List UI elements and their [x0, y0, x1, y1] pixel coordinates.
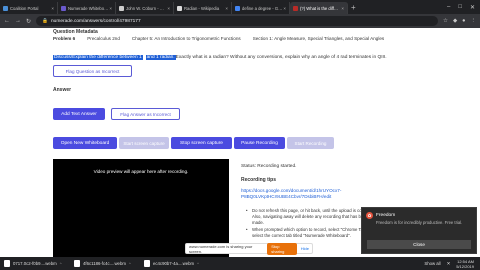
profile-icon[interactable]: ● — [462, 18, 465, 24]
book-label: Precalculus 2nd — [87, 36, 120, 41]
close-tab-icon[interactable]: × — [225, 6, 228, 11]
freedom-app-icon: ✿ — [366, 212, 373, 219]
toolbar-actions: ☆ ◆ ● ⋮ — [443, 18, 476, 24]
close-tab-icon[interactable]: × — [341, 6, 344, 11]
start-screen-capture-button[interactable]: Start screen capture — [119, 137, 169, 149]
browser-tab-active[interactable]: (?) What is the difference betw × — [290, 2, 348, 14]
tips-link[interactable]: https://docs.google.com/document/d/1hrUY… — [241, 188, 341, 193]
lock-icon: 🔒 — [42, 18, 49, 24]
selected-text: and 1 radian. — [145, 55, 176, 60]
file-icon — [144, 260, 150, 267]
tab-title: John W. Coburn - Precalculus — [126, 5, 167, 11]
system-clock: 12:54 AM 5/12/2019 — [456, 259, 474, 269]
tab-strip: Coalition Portal × Numerade Whiteboard ×… — [0, 0, 480, 14]
recording-status: Status: Recording started. — [241, 164, 297, 169]
hide-banner-link[interactable]: Hide — [301, 246, 309, 251]
tab-title: (?) What is the difference betw — [300, 5, 340, 11]
back-icon[interactable]: ← — [4, 18, 10, 24]
chevron-up-icon[interactable]: ^ — [60, 261, 62, 266]
question-metadata-row: Problem 6 Precalculus 2nd Chapter 5: An … — [53, 36, 384, 41]
close-tab-icon[interactable]: × — [283, 6, 286, 11]
browser-window: Coalition Portal × Numerade Whiteboard ×… — [0, 0, 480, 270]
close-download-bar-icon[interactable]: ✕ — [447, 261, 451, 267]
flag-question-button[interactable]: Flag Question as Incorrect — [53, 65, 132, 77]
forward-icon[interactable]: → — [15, 18, 21, 24]
stop-screen-capture-button[interactable]: Stop screen capture — [171, 137, 232, 149]
tips-link[interactable]: P8BQ0LVKptHCr9UBE4Cbvr/7DsbiBFH/edit — [241, 194, 331, 199]
star-icon[interactable]: ☆ — [443, 18, 448, 24]
tab-title: Numerade Whiteboard — [68, 5, 109, 11]
minimize-icon[interactable]: – — [447, 4, 450, 11]
window-controls: – □ ✕ — [447, 4, 480, 11]
favicon-icon — [61, 5, 66, 11]
tab-title: define a degree - Google Search — [242, 5, 283, 11]
question-metadata-heading: Question Metadata — [53, 29, 98, 35]
download-item[interactable]: 4f6c1186-fc4c....webm ^ — [74, 260, 138, 267]
show-all-downloads[interactable]: Show all — [424, 261, 440, 266]
download-filename: ec4c90b7-4a....webm — [153, 261, 195, 266]
menu-icon[interactable]: ⋮ — [471, 18, 477, 24]
browser-tab[interactable]: define a degree - Google Search × — [232, 2, 290, 14]
favicon-icon — [3, 5, 8, 11]
browser-tab[interactable]: Coalition Portal × — [0, 2, 58, 14]
recording-tips-heading: Recording tips — [241, 177, 277, 183]
notification-toast: ✿ Freedom Freedom is for incredibly prod… — [361, 207, 477, 254]
download-bar: 0717.0c2-f0b9....webm ^ 4f6c1186-fc4c...… — [0, 257, 480, 270]
tab-title: Coalition Portal — [10, 5, 39, 11]
reload-icon[interactable]: ↻ — [26, 18, 31, 25]
flag-answer-button[interactable]: Flag Answer as Incorrect — [111, 108, 180, 120]
file-icon — [4, 260, 10, 267]
question-text: Discuss/Explain the difference between 1… — [53, 55, 387, 60]
file-icon — [74, 260, 80, 267]
download-item[interactable]: 0717.0c2-f0b9....webm ^ — [4, 260, 68, 267]
close-tab-icon[interactable]: × — [51, 6, 54, 11]
problem-label: Problem 6 — [53, 36, 76, 41]
open-whiteboard-button[interactable]: Open New Whiteboard — [53, 137, 117, 149]
clock-date: 5/12/2019 — [456, 263, 474, 269]
list-item: Do not refresh this page, or hit back, u… — [246, 208, 378, 227]
list-item: When prompted which option to record, se… — [246, 227, 378, 239]
chevron-up-icon[interactable]: ^ — [129, 261, 131, 266]
add-text-answer-button[interactable]: Add Text Answer — [53, 108, 105, 120]
maximize-icon[interactable]: □ — [458, 4, 462, 11]
notification-header: ✿ Freedom — [362, 208, 476, 219]
question-rest: Exactly what is a radian? Without any co… — [175, 55, 387, 60]
clock-time: 12:54 AM — [457, 258, 474, 264]
close-window-icon[interactable]: ✕ — [470, 4, 475, 11]
chevron-up-icon[interactable]: ^ — [197, 261, 199, 266]
browser-tab[interactable]: Radian - Wikipedia × — [174, 2, 232, 14]
download-filename: 4f6c1186-fc4c....webm — [83, 261, 126, 266]
close-tab-icon[interactable]: × — [109, 6, 112, 11]
pause-recording-button[interactable]: Pause Recording — [234, 137, 285, 149]
selected-text: Discuss/Explain the difference between 1 — [53, 55, 143, 60]
extension-icon[interactable]: ◆ — [453, 18, 457, 24]
favicon-icon — [177, 5, 182, 11]
answer-heading: Answer — [53, 87, 72, 93]
new-tab-button[interactable]: + — [351, 3, 356, 12]
taskbar-right: Show all ✕ 12:54 AM 5/12/2019 — [424, 259, 480, 269]
favicon-icon — [293, 5, 298, 11]
close-tab-icon[interactable]: × — [167, 6, 170, 11]
video-placeholder-text: Video preview will appear here after rec… — [93, 169, 189, 174]
start-recording-button[interactable]: Start Recording — [287, 137, 334, 149]
toolbar: ← → ↻ 🔒 numerade.com/answers/control/479… — [0, 14, 480, 28]
section-label: Section 1: Angle Measure, Special Triang… — [252, 36, 385, 41]
browser-tab[interactable]: John W. Coburn - Precalculus × — [116, 2, 174, 14]
download-item[interactable]: ec4c90b7-4a....webm ^ — [144, 260, 208, 267]
favicon-icon — [119, 5, 124, 11]
chapter-label: Chapter 5: An Introduction to Trigonomet… — [131, 36, 241, 41]
browser-tab[interactable]: Numerade Whiteboard × — [58, 2, 116, 14]
notification-close-button[interactable]: Close — [367, 240, 471, 249]
tab-title: Radian - Wikipedia — [184, 5, 220, 11]
screen-share-banner: www.numerade.com is sharing your screen.… — [185, 242, 313, 255]
favicon-icon — [235, 5, 240, 11]
url-text: numerade.com/answers/control/47987177 — [51, 18, 141, 24]
share-status-text: www.numerade.com is sharing your screen. — [189, 243, 253, 254]
notification-title: Freedom — [376, 213, 396, 218]
stop-sharing-button[interactable]: Stop sharing — [267, 242, 297, 255]
tips-list: Do not refresh this page, or hit back, u… — [246, 208, 378, 239]
address-bar[interactable]: 🔒 numerade.com/answers/control/47987177 — [36, 16, 438, 26]
download-filename: 0717.0c2-f0b9....webm — [13, 261, 57, 266]
notification-body: Freedom is for incredibly productive. Fr… — [376, 220, 463, 225]
